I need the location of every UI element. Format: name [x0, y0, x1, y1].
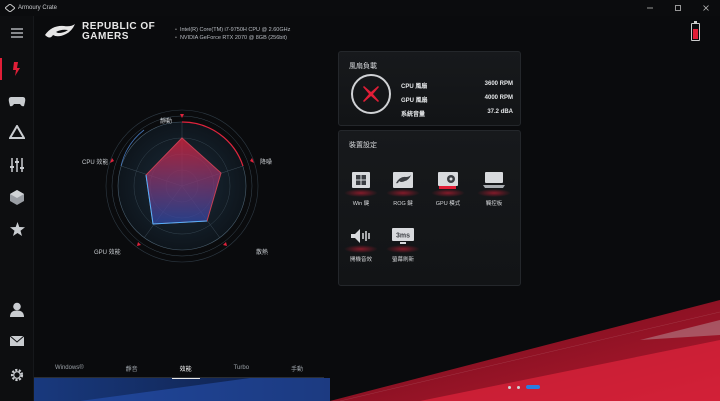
- display-refresh-icon: 3ms: [386, 223, 420, 253]
- close-icon: [703, 5, 709, 11]
- cpu-spec: Intel(R) Core(TM) i7-9750H CPU @ 2.60GHz: [175, 26, 290, 34]
- radar-label-right: 降噪: [260, 160, 273, 166]
- minimize-icon: [647, 7, 653, 9]
- tile-rog-key[interactable]: ROG 鍵: [386, 167, 420, 207]
- radar-label-bottom-right: 散熱: [256, 250, 269, 256]
- tile-rog-key-label: ROG 鍵: [393, 201, 413, 207]
- boot-sound-icon: [344, 223, 378, 253]
- system-specs: Intel(R) Core(TM) i7-9750H CPU @ 2.60GHz…: [175, 26, 290, 42]
- rail-item-game[interactable]: [0, 86, 34, 116]
- rail-item-tuning[interactable]: [0, 150, 34, 180]
- maximize-icon: [675, 5, 681, 11]
- performance-radar: 靜動 降噪 散熱 GPU 效能 CPU 效能: [34, 95, 324, 295]
- rog-brand: REPUBLIC OF GAMERS: [44, 20, 155, 44]
- cube-icon: [10, 189, 24, 205]
- radar-label-left: CPU 效能: [82, 160, 109, 166]
- touchpad-icon: [477, 167, 511, 197]
- fan-logo-icon: [351, 74, 391, 114]
- tile-touchpad-label: 觸控板: [485, 201, 503, 207]
- gpu-fan-row: GPU 風扇 4000 RPM: [401, 95, 513, 104]
- rail-item-aura[interactable]: [0, 117, 34, 147]
- close-button[interactable]: [692, 0, 720, 16]
- user-icon: [10, 302, 24, 317]
- left-navigation-rail: [0, 16, 34, 401]
- sliders-icon: [10, 158, 24, 172]
- mode-windows[interactable]: Windows®: [49, 361, 90, 375]
- system-noise-label: 系統音量: [401, 112, 426, 118]
- window-title: Armoury Crate: [18, 5, 58, 11]
- radar-label-top: 靜動: [160, 119, 173, 125]
- gamepad-icon: [8, 96, 26, 106]
- cpu-fan-row: CPU 風扇 3600 RPM: [401, 81, 513, 90]
- mode-turbo[interactable]: Turbo: [228, 361, 255, 375]
- fan-load-panel[interactable]: 風扇負載 CPU 風扇 3600 RPM GPU 風扇 4000 RPM 系統音…: [338, 51, 521, 126]
- tile-win-key[interactable]: Win 鍵: [344, 167, 378, 207]
- page-dot[interactable]: [517, 385, 520, 389]
- page-indicator: [508, 385, 540, 389]
- tile-display-refresh[interactable]: 3ms 螢幕刷新: [386, 223, 420, 263]
- battery-icon: [691, 23, 700, 41]
- app-logo-icon: [5, 3, 15, 13]
- tile-boot-sound[interactable]: 開機音效: [344, 223, 378, 263]
- system-noise-row: 系統音量 37.2 dBA: [401, 109, 513, 118]
- star-icon: [9, 222, 25, 236]
- operating-mode-bar: Windows® 靜音 效能 Turbo 手動: [34, 358, 324, 379]
- device-panel-title: 裝置設定: [349, 142, 377, 149]
- mail-icon: [10, 336, 24, 346]
- windows-key-icon: [344, 167, 378, 197]
- page-dot-active[interactable]: [526, 385, 540, 389]
- triangle-icon: [9, 125, 25, 139]
- tile-win-key-label: Win 鍵: [352, 201, 370, 207]
- system-noise-value: 37.2 dBA: [487, 109, 513, 115]
- tile-gpu-mode-label: GPU 模式: [435, 201, 461, 207]
- rog-eye-logo-icon: [45, 24, 75, 38]
- rail-item-mail[interactable]: [0, 326, 34, 356]
- svg-text:3ms: 3ms: [396, 232, 410, 239]
- tile-display-refresh-label: 螢幕刷新: [391, 257, 414, 263]
- mode-bar-divider: [34, 377, 324, 378]
- mode-performance[interactable]: 效能: [171, 360, 200, 379]
- rail-item-user[interactable]: [0, 294, 34, 324]
- radar-chart: [105, 109, 259, 263]
- mode-manual[interactable]: 手動: [285, 360, 309, 377]
- cpu-fan-value: 3600 RPM: [484, 81, 513, 87]
- rail-item-device[interactable]: [0, 54, 34, 84]
- fan-panel-title: 風扇負載: [349, 63, 377, 70]
- title-bar: Armoury Crate: [0, 0, 720, 16]
- menu-button[interactable]: [0, 18, 34, 48]
- gpu-fan-label: GPU 風扇: [401, 98, 428, 104]
- gpu-fan-value: 4000 RPM: [484, 95, 513, 101]
- brand-line-2: GAMERS: [82, 31, 129, 42]
- mode-silent[interactable]: 靜音: [120, 360, 144, 377]
- tile-touchpad[interactable]: 觸控板: [477, 167, 511, 207]
- device-settings-panel: 裝置設定 Win 鍵 ROG 鍵 GPU 模式 觸控板 開機音效 3ms 螢幕刷…: [338, 130, 521, 286]
- maximize-button[interactable]: [664, 0, 692, 16]
- radar-label-bottom-left: GPU 效能: [94, 250, 121, 256]
- rail-item-library[interactable]: [0, 182, 34, 212]
- settings-icon: [10, 368, 24, 382]
- rog-key-icon: [386, 167, 420, 197]
- tile-boot-sound-label: 開機音效: [349, 257, 372, 263]
- page-dot[interactable]: [508, 385, 511, 389]
- hamburger-menu-icon: [11, 28, 23, 38]
- gpu-spec: NVIDIA GeForce RTX 2070 @ 8GB (256bit): [175, 34, 290, 42]
- minimize-button[interactable]: [636, 0, 664, 16]
- rail-item-settings[interactable]: [0, 360, 34, 390]
- rail-item-featured[interactable]: [0, 214, 34, 244]
- cpu-fan-label: CPU 風扇: [401, 84, 428, 90]
- gpu-card-icon: [431, 167, 465, 197]
- tile-gpu-mode[interactable]: GPU 模式: [431, 167, 465, 207]
- device-icon: [13, 62, 20, 76]
